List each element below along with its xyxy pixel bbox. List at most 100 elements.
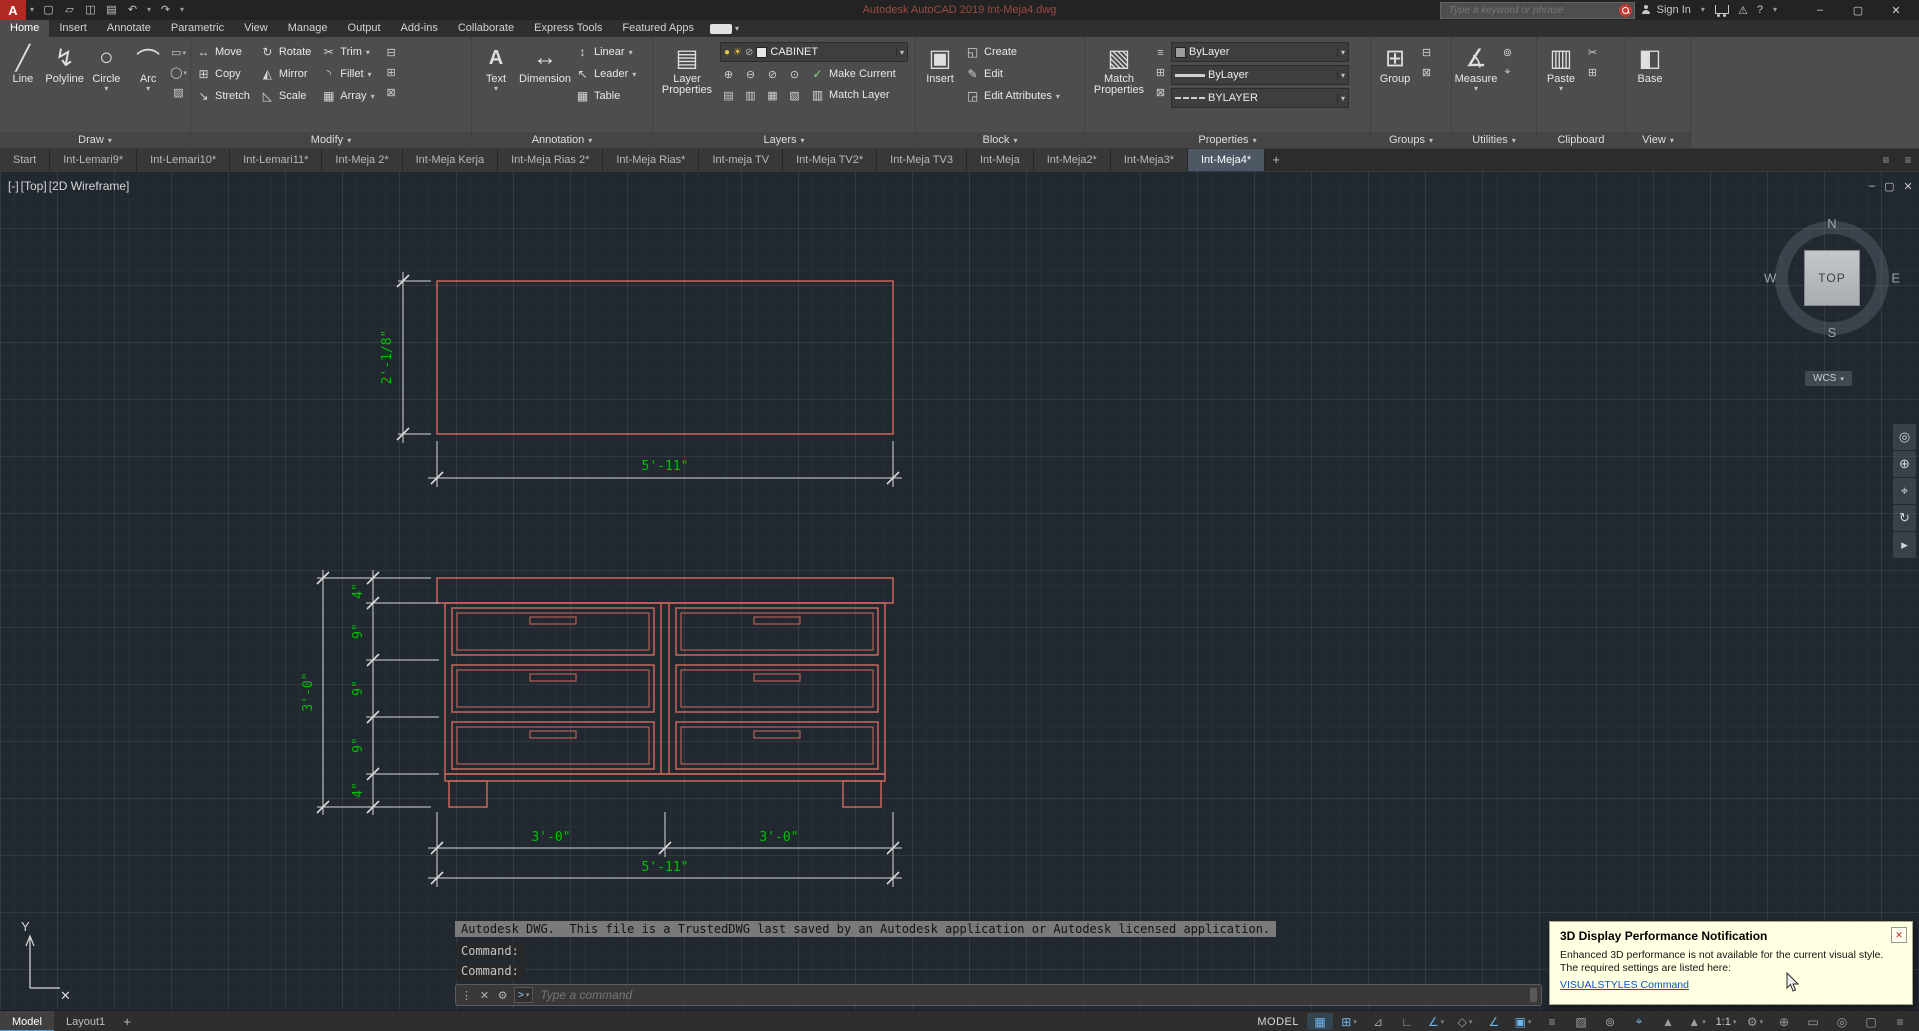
- annotation-visibility-toggle[interactable]: ▲: [1655, 1013, 1681, 1030]
- stretch-button[interactable]: ↘ Stretch: [194, 87, 252, 105]
- workspace-switching-button[interactable]: ⚙ ▾: [1742, 1013, 1768, 1030]
- ribbon-tab-addins[interactable]: Add-ins: [391, 20, 448, 37]
- table-button[interactable]: ▦ Table: [573, 87, 638, 105]
- redo-icon[interactable]: ↷: [155, 0, 176, 20]
- mirror-button[interactable]: ◭ Mirror: [258, 65, 313, 83]
- panel-label-clipboard[interactable]: Clipboard: [1537, 132, 1625, 148]
- ungroup-button[interactable]: ⊟: [1418, 45, 1435, 60]
- paste-button[interactable]: ▥ Paste ▾: [1540, 39, 1582, 130]
- layout1-tab[interactable]: Layout1: [54, 1011, 117, 1031]
- file-tab[interactable]: Int-Lemari10*: [137, 148, 231, 171]
- command-scroll-handle[interactable]: [1530, 988, 1537, 1002]
- otrack-toggle[interactable]: ∠: [1481, 1013, 1507, 1030]
- polyline-button[interactable]: ↯ Polyline: [45, 39, 85, 130]
- panel-label-layers[interactable]: Layers ▾: [653, 132, 915, 148]
- isodraft-toggle[interactable]: ◇ ▾: [1452, 1013, 1478, 1030]
- match-properties-button[interactable]: ▧ Match Properties: [1088, 39, 1150, 130]
- viewport-view-button[interactable]: [Top]: [21, 179, 47, 193]
- layer-unisolate-button[interactable]: ▥: [742, 88, 759, 103]
- copy-clip-button[interactable]: ⊞: [1584, 65, 1601, 80]
- grid-toggle[interactable]: ▦: [1307, 1013, 1333, 1030]
- isolate-objects-button[interactable]: ◎: [1829, 1013, 1855, 1030]
- file-tab[interactable]: Int-Lemari9*: [50, 148, 138, 171]
- new-layout-button[interactable]: +: [117, 1011, 137, 1031]
- viewcube-east[interactable]: E: [1891, 271, 1900, 286]
- alert-icon[interactable]: ⚠: [1735, 4, 1751, 17]
- panel-label-block[interactable]: Block ▾: [916, 132, 1084, 148]
- ribbon-tab-express-tools[interactable]: Express Tools: [524, 20, 612, 37]
- new-drawing-tab-button[interactable]: +: [1265, 148, 1287, 171]
- ellipse-button[interactable]: ◯ ▾: [170, 65, 187, 80]
- copy-button[interactable]: ⊞ Copy: [194, 65, 252, 83]
- nav-motion-icon[interactable]: ▸: [1893, 532, 1916, 558]
- model-tab[interactable]: Model: [0, 1011, 54, 1031]
- undo-caret-icon[interactable]: ▾: [143, 0, 155, 20]
- file-tab[interactable]: Int-Meja TV3: [877, 148, 967, 171]
- file-tab[interactable]: Int-Meja Rias*: [603, 148, 700, 171]
- ribbon-tab-featured-apps[interactable]: Featured Apps: [612, 20, 704, 37]
- create-block-button[interactable]: ◱ Create: [963, 43, 1062, 61]
- layer-properties-button[interactable]: ▤ Layer Properties: [656, 39, 718, 130]
- maximize-button[interactable]: ▢: [1839, 0, 1877, 20]
- nav-pan-icon[interactable]: ⊕: [1893, 451, 1916, 477]
- sign-in-caret-icon[interactable]: ▾: [1697, 0, 1709, 20]
- layer-freeze-button[interactable]: ⊘: [764, 67, 781, 82]
- file-tab[interactable]: Int-Meja: [966, 148, 1034, 171]
- selection-cycling-toggle[interactable]: ⊚: [1597, 1013, 1623, 1030]
- offset-button[interactable]: ⊠: [383, 85, 400, 100]
- ribbon-tab-output[interactable]: Output: [338, 20, 391, 37]
- search-button[interactable]: [1618, 3, 1632, 17]
- move-button[interactable]: ↔ Move: [194, 43, 252, 61]
- properties-paint-button[interactable]: ⊞: [1152, 65, 1169, 80]
- file-tab[interactable]: Int-meja TV: [699, 148, 784, 171]
- viewport-style-button[interactable]: [2D Wireframe]: [49, 179, 130, 193]
- text-button[interactable]: A Text ▾: [475, 39, 517, 130]
- osnap-toggle[interactable]: ▣ ▾: [1510, 1013, 1536, 1030]
- command-input[interactable]: [538, 987, 1525, 1003]
- nav-orbit-icon[interactable]: ↻: [1893, 505, 1916, 531]
- snap-toggle[interactable]: ⊞ ▾: [1336, 1013, 1362, 1030]
- viewcube-south[interactable]: S: [1828, 325, 1837, 340]
- panel-label-annotation[interactable]: Annotation ▾: [472, 132, 652, 148]
- object-color-select[interactable]: ByLayer ▾: [1171, 42, 1349, 62]
- ribbon-display-toggle[interactable]: ▾: [709, 20, 739, 37]
- fillet-button[interactable]: ◝ Fillet ▾: [319, 65, 376, 83]
- rotate-button[interactable]: ↻ Rotate: [258, 43, 313, 61]
- linetype-select[interactable]: BYLAYER ▾: [1171, 88, 1349, 108]
- ortho-toggle[interactable]: ∟: [1394, 1013, 1420, 1030]
- ribbon-tab-collaborate[interactable]: Collaborate: [448, 20, 524, 37]
- visualstyles-command-link[interactable]: VISUALSTYLES Command: [1560, 979, 1902, 991]
- model-space-button[interactable]: MODEL: [1257, 1016, 1299, 1028]
- clean-screen-toggle[interactable]: ▢: [1858, 1013, 1884, 1030]
- file-tab-list-icon[interactable]: ≡: [1875, 148, 1897, 171]
- panel-label-view[interactable]: View ▾: [1626, 132, 1690, 148]
- panel-label-properties[interactable]: Properties ▾: [1085, 132, 1370, 148]
- ribbon-tab-home[interactable]: Home: [0, 20, 50, 37]
- explode-button[interactable]: ⊞: [383, 65, 400, 80]
- scale-button[interactable]: ◺ Scale: [258, 87, 313, 105]
- layer-lock-button[interactable]: ⊙: [786, 67, 803, 82]
- minimize-button[interactable]: –: [1801, 0, 1839, 20]
- dimension-button[interactable]: ↔ Dimension: [519, 39, 571, 130]
- save-icon[interactable]: ◫: [80, 0, 101, 20]
- close-button[interactable]: ✕: [1877, 0, 1915, 20]
- file-tab[interactable]: Int-Meja3*: [1110, 148, 1188, 171]
- file-tab[interactable]: Int-Meja Rias 2*: [498, 148, 604, 171]
- viewport-close-icon[interactable]: ✕: [1904, 180, 1913, 193]
- panel-label-groups[interactable]: Groups ▾: [1371, 132, 1451, 148]
- layer-thaw-all-button[interactable]: ▦: [764, 88, 781, 103]
- ribbon-tab-annotate[interactable]: Annotate: [97, 20, 161, 37]
- measure-button[interactable]: ∡ Measure ▾: [1455, 39, 1498, 130]
- hatch-button[interactable]: ▨: [170, 85, 187, 100]
- linear-button[interactable]: ↕ Linear ▾: [573, 43, 638, 61]
- status-customize-button[interactable]: ≡: [1887, 1013, 1913, 1030]
- properties-list-button[interactable]: ≡: [1152, 45, 1169, 60]
- layer-select[interactable]: ● ☀ ⊘ CABINET ▾: [720, 42, 908, 62]
- id-point-button[interactable]: ⌖: [1499, 65, 1516, 80]
- help-caret-icon[interactable]: ▾: [1769, 0, 1781, 20]
- layer-off-button[interactable]: ⊕: [720, 67, 737, 82]
- dynamic-input-toggle[interactable]: ⌖: [1626, 1013, 1652, 1030]
- notification-close-button[interactable]: ✕: [1891, 927, 1907, 943]
- autoscale-toggle[interactable]: ▲ ▾: [1684, 1013, 1710, 1030]
- line-button[interactable]: ╱ Line: [3, 39, 43, 130]
